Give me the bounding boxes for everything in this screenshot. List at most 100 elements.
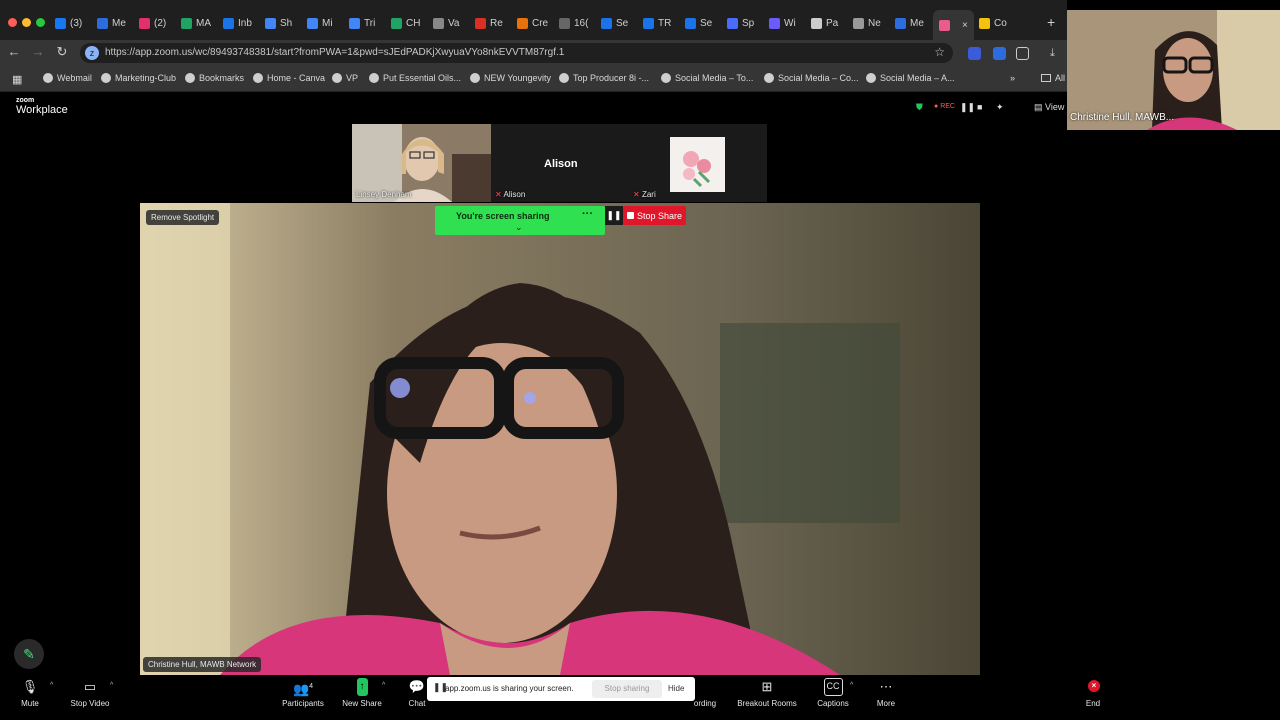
browser-tab[interactable]: (2) <box>139 13 166 33</box>
browser-tab[interactable]: Re <box>475 13 503 33</box>
address-bar[interactable]: z https://app.zoom.us/wc/89493748381/sta… <box>80 43 953 63</box>
muted-mic-icon: ✕ <box>495 190 502 199</box>
remove-spotlight-button[interactable]: Remove Spotlight <box>146 210 220 225</box>
address-url[interactable]: https://app.zoom.us/wc/89493748381/start… <box>105 47 564 58</box>
close-window-button[interactable] <box>8 18 17 27</box>
minimize-window-button[interactable] <box>22 18 31 27</box>
tab-favicon-icon <box>811 17 822 29</box>
browser-tab[interactable]: Me <box>97 13 126 33</box>
bookmark-item[interactable]: Webmail <box>43 73 92 83</box>
more-options-icon[interactable]: ··· <box>582 208 593 220</box>
site-info-icon[interactable]: z <box>85 46 99 60</box>
audio-options-caret[interactable]: ^ <box>50 682 53 689</box>
sharing-status: You're screen sharing <box>456 211 550 221</box>
tab-favicon-icon <box>559 17 570 29</box>
participant-tile[interactable]: ✕ Zari <box>629 124 767 202</box>
stop-sharing-button[interactable]: Stop sharing <box>592 680 662 698</box>
download-icon[interactable]: ⤓ <box>1050 47 1063 60</box>
tab-label: Sh <box>280 17 293 29</box>
back-button[interactable]: ← <box>6 44 22 59</box>
new-tab-button[interactable]: + <box>1047 14 1055 30</box>
stop-video-button[interactable]: ▭ Stop Video <box>55 678 125 708</box>
maximize-window-button[interactable] <box>36 18 45 27</box>
browser-tab[interactable]: MA <box>181 13 211 33</box>
browser-tab[interactable]: Mi <box>307 13 333 33</box>
tab-favicon-icon <box>685 17 696 29</box>
extensions-puzzle-icon[interactable] <box>1016 47 1029 60</box>
main-video-name: Christine Hull, MAWB Network <box>143 657 262 672</box>
stop-icon <box>626 212 634 219</box>
bookmark-item[interactable]: Marketing-Club <box>101 73 176 83</box>
breakout-rooms-button[interactable]: ⊞ Breakout Rooms <box>732 678 802 708</box>
bookmark-item[interactable]: Social Media – Co... <box>764 73 859 83</box>
browser-tab[interactable]: Ne <box>853 13 881 33</box>
stop-share-button[interactable]: Stop Share <box>623 206 686 225</box>
bookmark-item[interactable]: Home - Canva <box>253 73 325 83</box>
tab-label: TR <box>658 17 672 29</box>
chevron-down-icon[interactable]: ⌄ <box>515 222 523 233</box>
extension-icon[interactable] <box>968 47 981 60</box>
ai-companion-icon[interactable]: ✦ <box>996 102 1004 113</box>
browser-tab[interactable]: Se <box>601 13 628 33</box>
participant-tile[interactable]: Alison ✕ Alison <box>491 124 629 202</box>
browser-tab[interactable]: 16( <box>559 13 588 33</box>
bookmark-label: Marketing-Club <box>115 73 177 83</box>
browser-tab[interactable]: Sh <box>265 13 292 33</box>
bookmark-item[interactable]: Top Producer 8i -... <box>559 73 649 83</box>
self-view-name: Christine Hull, MAWB... <box>1070 112 1175 123</box>
browser-tab[interactable]: × <box>933 10 974 40</box>
participant-name-label: ✕ Zari <box>633 190 656 199</box>
extension-icon[interactable] <box>993 47 1006 60</box>
participants-icon: 👥4 <box>292 681 314 697</box>
security-shield-icon[interactable]: ⛊ <box>916 102 923 113</box>
bookmark-label: Put Essential Oils... <box>383 73 462 83</box>
end-button[interactable]: End <box>1058 696 1128 708</box>
hide-notice-button[interactable]: Hide <box>668 684 684 693</box>
bookmark-item[interactable]: NEW Youngevity <box>470 73 551 83</box>
zoom-logo-sub: Workplace <box>16 104 68 116</box>
browser-tab[interactable]: Se <box>685 13 712 33</box>
bookmark-favicon-icon <box>185 73 195 83</box>
bookmark-item[interactable]: Put Essential Oils... <box>369 73 461 83</box>
browser-tab[interactable]: Co <box>979 13 1007 33</box>
end-icon[interactable]: × <box>1088 680 1100 692</box>
pause-recording-icon[interactable]: ❚❚ <box>960 102 975 113</box>
screen-share-notice: ❚❚ app.zoom.us is sharing your screen. S… <box>427 677 695 701</box>
browser-tab[interactable]: Cre <box>517 13 548 33</box>
all-bookmarks[interactable]: All <box>1041 73 1065 83</box>
browser-tab[interactable]: Wi <box>769 13 796 33</box>
apps-grid-icon[interactable]: ▦ <box>12 73 22 86</box>
stop-recording-icon[interactable]: ■ <box>977 102 982 112</box>
tab-label: Ne <box>868 17 881 29</box>
browser-tab[interactable]: Sp <box>727 13 754 33</box>
pause-share-button[interactable]: ❚❚ <box>605 206 623 225</box>
browser-tab[interactable]: CH <box>391 13 420 33</box>
browser-tab[interactable]: Inb <box>223 13 252 33</box>
bookmark-star-icon[interactable]: ☆ <box>934 45 945 59</box>
forward-button[interactable]: → <box>30 44 46 59</box>
browser-tab[interactable]: TR <box>643 13 671 33</box>
bookmark-item[interactable]: Social Media – A... <box>866 73 955 83</box>
browser-tab[interactable]: (3) <box>55 13 82 33</box>
more-button[interactable]: ⋯ More <box>851 678 921 708</box>
bookmark-item[interactable]: Bookmarks <box>185 73 244 83</box>
annotate-pen-button[interactable]: ✎ <box>14 639 44 669</box>
browser-tab[interactable]: Me <box>895 13 924 33</box>
browser-tab[interactable]: Va <box>433 13 460 33</box>
view-button[interactable]: ▤ View <box>1034 102 1064 113</box>
bookmark-item[interactable]: VP <box>332 73 358 83</box>
tab-favicon-icon <box>55 17 66 29</box>
bookmarks-overflow-icon[interactable]: » <box>1010 73 1015 83</box>
video-camera-icon: ▭ <box>83 679 97 694</box>
bookmark-item[interactable]: Social Media – To... <box>661 73 753 83</box>
self-view[interactable]: Christine Hull, MAWB... <box>1067 10 1280 130</box>
close-tab-icon[interactable]: × <box>962 20 968 31</box>
browser-tab[interactable]: Tri <box>349 13 375 33</box>
participant-tile[interactable]: Linsey Denham <box>352 124 491 202</box>
video-options-caret[interactable]: ^ <box>110 682 113 689</box>
screen-sharing-bar[interactable]: You're screen sharing ··· ⌄ <box>435 206 605 235</box>
tab-favicon-icon <box>181 17 192 29</box>
tab-label: MA <box>196 17 211 29</box>
browser-tab[interactable]: Pa <box>811 13 838 33</box>
reload-button[interactable]: ↻ <box>54 44 70 60</box>
